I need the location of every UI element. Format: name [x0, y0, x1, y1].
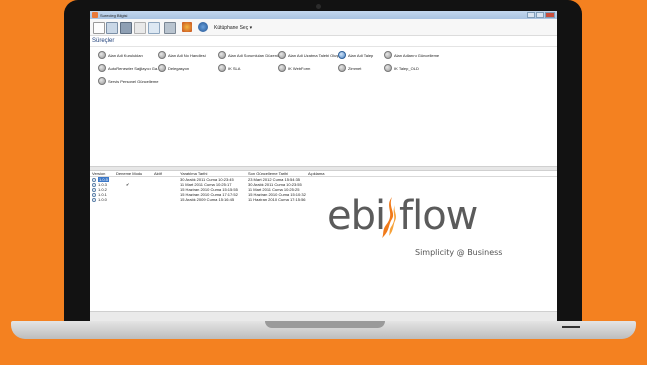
process-item[interactable]: Servis Personel Güncelleme	[98, 77, 158, 85]
close-button[interactable]	[545, 12, 555, 18]
title-bar: Surecleg Bilgisi	[90, 11, 557, 19]
cut-icon[interactable]	[134, 22, 146, 34]
process-gear-icon	[218, 51, 226, 59]
process-gear-icon	[338, 64, 346, 72]
minimize-button[interactable]	[527, 12, 535, 18]
process-item[interactable]: Delegasyon	[158, 64, 189, 72]
process-gear-icon	[158, 51, 166, 59]
table-row[interactable]: 1.0.0 15 Aralık 2009 Cuma 15:16:45 11 Ha…	[90, 197, 557, 202]
library-icon[interactable]	[198, 22, 208, 32]
tagline: Simplicity @ Business	[415, 248, 503, 257]
process-item[interactable]: Alan Adi Sorumluları Düzenleme	[218, 51, 286, 59]
process-item[interactable]: Alan Adi No Handlesi	[158, 51, 206, 59]
column-header[interactable]: Aktif	[154, 171, 162, 176]
logo-text-left: ebi	[327, 193, 386, 239]
versions-table: Version Deneme Modu Aktif Yaratılma Tari…	[90, 170, 557, 202]
status-bar	[90, 311, 557, 321]
version-radio[interactable]	[92, 192, 96, 197]
window-controls	[527, 12, 555, 18]
toolbar: Kütüphane Seç ▾	[90, 19, 557, 36]
settings-icon[interactable]	[182, 22, 192, 32]
webcam-icon	[316, 4, 321, 9]
process-item[interactable]: IK Talep_OLD	[384, 64, 419, 72]
process-item[interactable]: Zimmet	[338, 64, 361, 72]
process-list: Alan Adi Kurulukları Alan Adi No Handles…	[90, 46, 557, 165]
process-globe-icon	[338, 51, 346, 59]
laptop-lid: Surecleg Bilgisi Kütüphane Seç ▾ Süreçle…	[64, 0, 582, 331]
delete-icon[interactable]	[164, 22, 176, 34]
logo-text-right: flow	[399, 193, 478, 239]
laptop-notch	[265, 321, 385, 328]
process-item[interactable]: Alan Adi Uzatma Talebi Oluştur	[278, 51, 343, 59]
version-radio[interactable]	[92, 182, 96, 187]
process-item[interactable]: IK SLA	[218, 64, 240, 72]
process-gear-icon	[278, 64, 286, 72]
copy-icon[interactable]	[106, 22, 118, 34]
process-item[interactable]: Alan Adi Talep	[338, 51, 373, 59]
maximize-button[interactable]	[536, 12, 544, 18]
column-header[interactable]: Yaratılma Tarihi	[180, 171, 207, 176]
window-title: Surecleg Bilgisi	[100, 13, 128, 18]
process-gear-icon	[218, 64, 226, 72]
process-item[interactable]: Alan Adlarını Güncelleme	[384, 51, 439, 59]
column-header[interactable]: Version	[92, 171, 105, 176]
column-header[interactable]: Açıklama	[308, 171, 324, 176]
table-header: Version Deneme Modu Aktif Yaratılma Tari…	[90, 170, 557, 177]
paste-icon[interactable]	[148, 22, 160, 34]
process-gear-icon	[158, 64, 166, 72]
process-gear-icon	[384, 64, 392, 72]
version-radio[interactable]	[92, 187, 96, 192]
process-gear-icon	[98, 51, 106, 59]
version-radio[interactable]	[92, 197, 96, 202]
flame-icon	[382, 197, 396, 238]
save-icon[interactable]	[120, 22, 132, 34]
column-header[interactable]: Deneme Modu	[116, 171, 142, 176]
version-radio[interactable]	[92, 177, 96, 182]
library-dropdown[interactable]: Kütüphane Seç ▾	[214, 25, 252, 31]
process-gear-icon	[278, 51, 286, 59]
process-gear-icon	[98, 77, 106, 85]
process-item[interactable]: Alan Adi Kurulukları	[98, 51, 143, 59]
indicator-led	[562, 326, 580, 328]
process-item[interactable]: AutoRenewler Sağlayıcı Ga.	[98, 64, 158, 72]
processes-header: Süreçler	[92, 38, 115, 44]
column-header[interactable]: Son Güncelleme Tarihi	[248, 171, 288, 176]
process-gear-icon	[384, 51, 392, 59]
laptop-base	[11, 321, 636, 339]
process-item[interactable]: IK WebForm	[278, 64, 310, 72]
app-window: Surecleg Bilgisi Kütüphane Seç ▾ Süreçle…	[90, 11, 557, 321]
app-icon	[92, 12, 98, 18]
new-document-icon[interactable]	[93, 22, 105, 34]
process-gear-icon	[98, 64, 106, 72]
